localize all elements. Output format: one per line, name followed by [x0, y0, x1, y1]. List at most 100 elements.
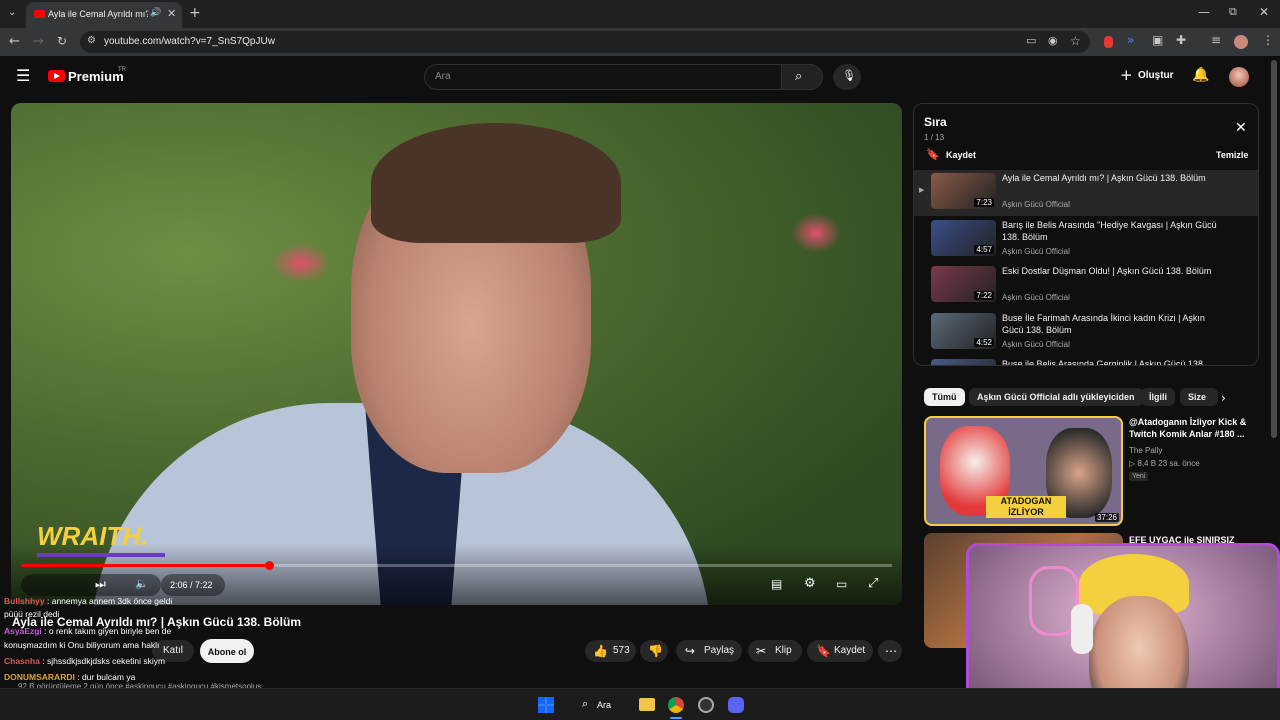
extension-box-icon[interactable]: ▣	[1152, 33, 1163, 47]
discord-icon[interactable]	[728, 697, 744, 713]
queue-item[interactable]: 4:52 Buse İle Farimah Arasında İkinci kad…	[914, 310, 1258, 356]
recommendation-card[interactable]: ATADOGAN İZLİYOR 37:26 @Atadoganın İzliy…	[924, 416, 1264, 528]
person-hair	[371, 123, 621, 243]
scissors-icon: ✂	[756, 644, 767, 658]
tab-close-icon[interactable]: ✕	[167, 7, 176, 20]
address-bar[interactable]: ⚙ youtube.com/watch?v=7_SnS7QpJUw ▭ ◉ ☆	[80, 31, 1090, 53]
save-button[interactable]: 🔖 Kaydet	[807, 640, 873, 662]
browser-menu-icon[interactable]: ⋮	[1262, 33, 1274, 47]
url-text: youtube.com/watch?v=7_SnS7QpJUw	[104, 36, 275, 47]
subscribe-button[interactable]: Abone ol	[200, 639, 254, 663]
theater-mode-icon[interactable]: ▭	[836, 577, 847, 591]
queue-item-channel: Aşkın Gücü Official	[1002, 293, 1070, 302]
region-code: TR	[118, 67, 126, 73]
fullscreen-icon[interactable]: ⤢	[868, 576, 878, 591]
flower-left	[271, 243, 331, 283]
chat-separator: :	[74, 672, 82, 682]
bookmark-icon: 🔖	[816, 644, 831, 658]
more-actions-button[interactable]: ⋯	[878, 640, 902, 662]
minimize-icon[interactable]: —	[1198, 5, 1210, 19]
extension-red-icon[interactable]	[1104, 36, 1113, 48]
queue-count: 1 / 13	[924, 133, 945, 142]
recommendation-title: @Atadoganın İzliyor Kick & Twitch Komik …	[1129, 417, 1247, 439]
chrome-icon[interactable]	[668, 697, 684, 713]
clip-button[interactable]: ✂ Klip	[748, 640, 802, 662]
extension-wave-icon[interactable]: »	[1127, 33, 1134, 47]
next-icon[interactable]: ⏭	[95, 577, 106, 592]
queue-title: Sıra	[924, 115, 947, 129]
cast-icon[interactable]: ▭	[1026, 34, 1036, 47]
back-icon[interactable]: ←	[9, 34, 20, 49]
tab-search-icon[interactable]: ⌄	[8, 7, 16, 18]
page-scrollbar[interactable]	[1271, 60, 1277, 438]
clip-label: Klip	[775, 645, 792, 656]
windows-start-icon[interactable]	[538, 697, 554, 713]
filter-chip[interactable]: Size	[1180, 388, 1218, 406]
settings-gear-icon[interactable]: ⚙	[804, 576, 816, 591]
search-button[interactable]: ⌕	[781, 64, 823, 90]
filter-chip[interactable]: Tümü	[924, 388, 965, 406]
filter-chip[interactable]: Aşkın Gücü Official adlı yükleyiciden	[969, 388, 1143, 406]
reload-icon[interactable]: ↻	[57, 34, 67, 48]
now-playing-icon: ▶	[919, 186, 925, 194]
tracking-icon[interactable]: ◉	[1048, 34, 1058, 47]
queue-item-thumbnail: 7:23	[931, 173, 996, 209]
restore-icon[interactable]: ⧉	[1229, 5, 1237, 19]
youtube-logo[interactable]: Premium TR	[48, 67, 138, 88]
bookmark-star-icon[interactable]: ☆	[1070, 34, 1081, 48]
queue-item[interactable]: Buse ile Belis Arasında Gerginlik | Aşkı…	[914, 356, 1258, 365]
queue-item-thumbnail	[931, 359, 996, 365]
chat-text: dur bulcam ya	[81, 672, 136, 682]
taskbar-search[interactable]: ⌕ Ara	[576, 695, 626, 715]
hamburger-menu-icon[interactable]: ☰	[16, 66, 30, 85]
browser-tab[interactable]: Ayla ile Cemal Ayrıldı mı? | Aşkın Gücü …	[26, 2, 182, 28]
like-button[interactable]: 👍 573	[585, 640, 636, 662]
account-avatar[interactable]	[1229, 67, 1249, 87]
queue-save-button[interactable]: 🔖 Kaydet	[926, 148, 986, 164]
create-button[interactable]: + Oluştur	[1118, 66, 1180, 86]
chat-separator: :	[41, 626, 49, 636]
chat-text: konuşmazdım ki Onu biliyorum ama haklı	[4, 640, 160, 650]
queue-item-title: Ayla ile Cemal Ayrıldı mı? | Aşkın Gücü …	[1002, 173, 1206, 183]
share-button[interactable]: ↪ Paylaş	[676, 640, 742, 662]
reading-list-icon[interactable]: ≡	[1211, 33, 1221, 47]
file-explorer-icon[interactable]	[639, 698, 655, 711]
site-info-icon[interactable]: ⚙	[87, 35, 96, 46]
chips-next-icon[interactable]: ›	[1221, 391, 1226, 405]
queue-panel: Sıra 1 / 13 ✕ 🔖 Kaydet Temizle ▶ 7:23 Ayla…	[913, 103, 1259, 366]
queue-item[interactable]: 4:57 Barış ile Belis Arasında "Hediye Kav…	[914, 217, 1258, 263]
subtitles-icon[interactable]: ▤	[771, 577, 782, 591]
queue-clear-button[interactable]: Temizle	[1216, 150, 1248, 160]
queue-item-thumbnail: 4:57	[931, 219, 996, 256]
video-player[interactable]: WRAITH. ⏭ 🔈 2:06 / 7:22 ▤ ⚙ ▭ ⤢	[11, 103, 902, 605]
notifications-bell-icon[interactable]: 🔔	[1192, 67, 1209, 83]
queue-bookmark-icon: 🔖	[926, 148, 940, 161]
filter-chip[interactable]: İlgili	[1141, 388, 1175, 406]
chat-message: konuşmazdım ki Onu biliyorum ama haklı	[4, 640, 159, 650]
extensions-puzzle-icon[interactable]: ✚	[1176, 33, 1186, 47]
brand-name: Premium	[68, 69, 124, 84]
queue-item-thumbnail: 7:22	[931, 266, 996, 302]
queue-close-icon[interactable]: ✕	[1235, 120, 1247, 136]
share-label: Paylaş	[704, 645, 735, 656]
obs-icon[interactable]	[698, 697, 714, 713]
voice-search-button[interactable]: 🎙	[833, 64, 861, 90]
recommendation-duration: 37:26	[1094, 513, 1119, 522]
thumb-overlay-text: ATADOGAN İZLİYOR	[986, 496, 1066, 518]
queue-item[interactable]: 7:22 Eski Dostlar Düşman Oldu! | Aşkın Gü…	[914, 263, 1258, 309]
queue-item[interactable]: ▶ 7:23 Ayla ile Cemal Ayrıldı mı? | Aşkın …	[914, 170, 1258, 216]
window-close-icon[interactable]: ✕	[1259, 5, 1269, 19]
profile-avatar[interactable]	[1234, 35, 1248, 49]
flower-right	[791, 213, 841, 253]
new-tab-icon[interactable]: +	[189, 5, 201, 21]
dislike-button[interactable]: 👎	[640, 640, 668, 662]
queue-item-thumbnail: 4:52	[931, 312, 996, 349]
search-input[interactable]: Ara	[424, 64, 782, 90]
forward-icon[interactable]: →	[33, 34, 44, 49]
webcam-headphones	[1071, 604, 1093, 654]
queue-item-duration: 7:23	[974, 198, 994, 207]
tab-audio-icon[interactable]: 🔊	[150, 8, 161, 18]
queue-item-title: Barış ile Belis Arasında "Hediye Kavgası…	[1002, 219, 1217, 242]
chat-separator: :	[44, 596, 52, 606]
volume-icon[interactable]: 🔈	[135, 577, 149, 590]
